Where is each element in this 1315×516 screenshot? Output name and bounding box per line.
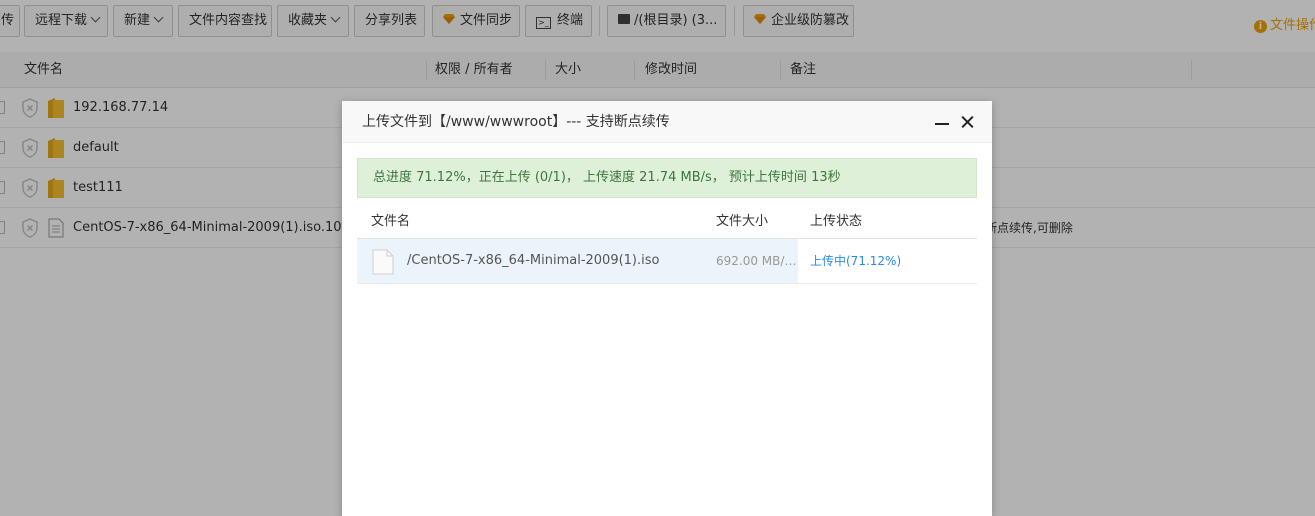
close-icon[interactable]: [958, 112, 976, 132]
upload-dialog: 上传文件到【/www/wwwroot】--- 支持断点续传 总进度 71.12%…: [342, 101, 992, 516]
dialog-header: 上传文件到【/www/wwwroot】--- 支持断点续传: [342, 101, 992, 143]
dialog-title: 上传文件到【/www/wwwroot】--- 支持断点续传: [362, 114, 670, 130]
upload-status: 上传中(71.12%): [810, 254, 902, 268]
upload-col-status: 上传状态: [810, 214, 863, 229]
file-icon: [372, 249, 394, 275]
upload-col-size: 文件大小: [716, 214, 769, 229]
upload-list-header: 文件名 文件大小 上传状态: [357, 205, 977, 239]
upload-progress-summary: 总进度 71.12%，正在上传 (0/1)， 上传速度 21.74 MB/s， …: [357, 158, 977, 198]
upload-col-name: 文件名: [371, 214, 411, 229]
minimize-icon[interactable]: [934, 113, 950, 131]
upload-file-size: 692.00 MB/9...: [716, 254, 801, 268]
upload-file-name: /CentOS-7-x86_64-Minimal-2009(1).iso: [407, 253, 660, 268]
upload-list-item: /CentOS-7-x86_64-Minimal-2009(1).iso 692…: [357, 239, 977, 284]
